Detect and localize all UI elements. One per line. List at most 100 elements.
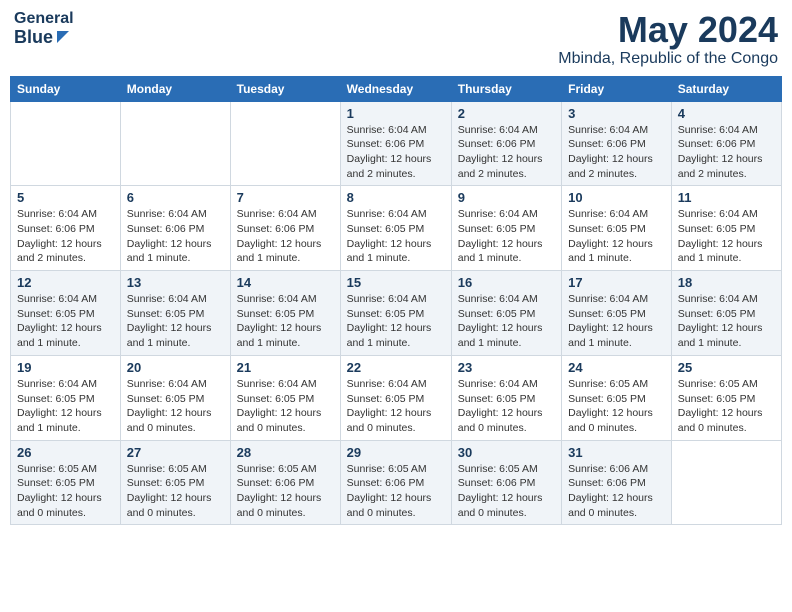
day-number: 12 (17, 275, 114, 290)
col-wednesday: Wednesday (340, 76, 451, 101)
day-info: Sunrise: 6:05 AM Sunset: 6:05 PM Dayligh… (568, 377, 665, 436)
day-info: Sunrise: 6:05 AM Sunset: 6:05 PM Dayligh… (127, 462, 224, 521)
day-info: Sunrise: 6:05 AM Sunset: 6:05 PM Dayligh… (17, 462, 114, 521)
day-info: Sunrise: 6:04 AM Sunset: 6:05 PM Dayligh… (678, 207, 775, 266)
day-number: 17 (568, 275, 665, 290)
day-info: Sunrise: 6:04 AM Sunset: 6:05 PM Dayligh… (237, 292, 334, 351)
col-friday: Friday (562, 76, 672, 101)
day-number: 30 (458, 445, 555, 460)
day-number: 5 (17, 190, 114, 205)
day-number: 14 (237, 275, 334, 290)
calendar-cell: 12 Sunrise: 6:04 AM Sunset: 6:05 PM Dayli… (11, 271, 121, 356)
day-info: Sunrise: 6:04 AM Sunset: 6:05 PM Dayligh… (458, 292, 555, 351)
calendar-cell: 27 Sunrise: 6:05 AM Sunset: 6:05 PM Dayli… (120, 440, 230, 525)
week-row-1: 5 Sunrise: 6:04 AM Sunset: 6:06 PM Daylig… (11, 186, 782, 271)
day-number: 16 (458, 275, 555, 290)
calendar-cell: 14 Sunrise: 6:04 AM Sunset: 6:05 PM Dayli… (230, 271, 340, 356)
page-header: General Blue May 2024 Mbinda, Republic o… (10, 10, 782, 68)
calendar-cell: 1 Sunrise: 6:04 AM Sunset: 6:06 PM Daylig… (340, 101, 451, 186)
col-thursday: Thursday (451, 76, 561, 101)
calendar-cell: 31 Sunrise: 6:06 AM Sunset: 6:06 PM Dayli… (562, 440, 672, 525)
calendar-cell: 16 Sunrise: 6:04 AM Sunset: 6:05 PM Dayli… (451, 271, 561, 356)
calendar-cell: 28 Sunrise: 6:05 AM Sunset: 6:06 PM Dayli… (230, 440, 340, 525)
day-number: 23 (458, 360, 555, 375)
calendar-cell: 23 Sunrise: 6:04 AM Sunset: 6:05 PM Dayli… (451, 355, 561, 440)
day-number: 22 (347, 360, 445, 375)
day-number: 24 (568, 360, 665, 375)
calendar-cell (671, 440, 781, 525)
calendar-cell: 11 Sunrise: 6:04 AM Sunset: 6:05 PM Dayli… (671, 186, 781, 271)
calendar-cell: 7 Sunrise: 6:04 AM Sunset: 6:06 PM Daylig… (230, 186, 340, 271)
day-number: 26 (17, 445, 114, 460)
day-info: Sunrise: 6:04 AM Sunset: 6:06 PM Dayligh… (678, 123, 775, 182)
day-info: Sunrise: 6:04 AM Sunset: 6:06 PM Dayligh… (127, 207, 224, 266)
day-info: Sunrise: 6:04 AM Sunset: 6:05 PM Dayligh… (347, 292, 445, 351)
day-number: 20 (127, 360, 224, 375)
day-number: 11 (678, 190, 775, 205)
day-number: 27 (127, 445, 224, 460)
day-number: 31 (568, 445, 665, 460)
day-number: 8 (347, 190, 445, 205)
day-number: 7 (237, 190, 334, 205)
day-info: Sunrise: 6:04 AM Sunset: 6:05 PM Dayligh… (568, 207, 665, 266)
day-number: 3 (568, 106, 665, 121)
day-info: Sunrise: 6:04 AM Sunset: 6:05 PM Dayligh… (458, 207, 555, 266)
day-number: 18 (678, 275, 775, 290)
week-row-2: 12 Sunrise: 6:04 AM Sunset: 6:05 PM Dayli… (11, 271, 782, 356)
day-info: Sunrise: 6:04 AM Sunset: 6:05 PM Dayligh… (17, 292, 114, 351)
day-number: 28 (237, 445, 334, 460)
day-number: 13 (127, 275, 224, 290)
week-row-4: 26 Sunrise: 6:05 AM Sunset: 6:05 PM Dayli… (11, 440, 782, 525)
calendar-cell: 6 Sunrise: 6:04 AM Sunset: 6:06 PM Daylig… (120, 186, 230, 271)
day-info: Sunrise: 6:05 AM Sunset: 6:06 PM Dayligh… (458, 462, 555, 521)
day-info: Sunrise: 6:04 AM Sunset: 6:05 PM Dayligh… (127, 377, 224, 436)
calendar-cell (120, 101, 230, 186)
day-info: Sunrise: 6:04 AM Sunset: 6:06 PM Dayligh… (17, 207, 114, 266)
page-subtitle: Mbinda, Republic of the Congo (558, 50, 778, 68)
calendar-cell: 19 Sunrise: 6:04 AM Sunset: 6:05 PM Dayli… (11, 355, 121, 440)
calendar-cell (230, 101, 340, 186)
col-tuesday: Tuesday (230, 76, 340, 101)
day-number: 29 (347, 445, 445, 460)
day-number: 6 (127, 190, 224, 205)
day-info: Sunrise: 6:04 AM Sunset: 6:06 PM Dayligh… (568, 123, 665, 182)
calendar-cell: 4 Sunrise: 6:04 AM Sunset: 6:06 PM Daylig… (671, 101, 781, 186)
calendar-cell: 29Sunrise: 6:05 AM Sunset: 6:06 PM Dayli… (340, 440, 451, 525)
day-number: 1 (347, 106, 445, 121)
day-number: 9 (458, 190, 555, 205)
calendar-table: Sunday Monday Tuesday Wednesday Thursday… (10, 76, 782, 526)
day-info: Sunrise: 6:04 AM Sunset: 6:06 PM Dayligh… (458, 123, 555, 182)
calendar-cell: 21Sunrise: 6:04 AM Sunset: 6:05 PM Dayli… (230, 355, 340, 440)
day-number: 19 (17, 360, 114, 375)
calendar-cell: 18 Sunrise: 6:04 AM Sunset: 6:05 PM Dayli… (671, 271, 781, 356)
day-info: Sunrise: 6:04 AM Sunset: 6:06 PM Dayligh… (237, 207, 334, 266)
calendar-header-row: Sunday Monday Tuesday Wednesday Thursday… (11, 76, 782, 101)
calendar-cell (11, 101, 121, 186)
calendar-cell: 26 Sunrise: 6:05 AM Sunset: 6:05 PM Dayli… (11, 440, 121, 525)
day-info: Sunrise: 6:04 AM Sunset: 6:05 PM Dayligh… (347, 377, 445, 436)
day-info: Sunrise: 6:05 AM Sunset: 6:06 PM Dayligh… (237, 462, 334, 521)
week-row-3: 19 Sunrise: 6:04 AM Sunset: 6:05 PM Dayli… (11, 355, 782, 440)
calendar-cell: 22 Sunrise: 6:04 AM Sunset: 6:05 PM Dayli… (340, 355, 451, 440)
day-number: 21 (237, 360, 334, 375)
day-info: Sunrise: 6:04 AM Sunset: 6:05 PM Dayligh… (678, 292, 775, 351)
calendar-cell: 24 Sunrise: 6:05 AM Sunset: 6:05 PM Dayli… (562, 355, 672, 440)
day-info: Sunrise: 6:04 AM Sunset: 6:05 PM Dayligh… (568, 292, 665, 351)
day-number: 2 (458, 106, 555, 121)
day-info: Sunrise: 6:04 AM Sunset: 6:05 PM Dayligh… (127, 292, 224, 351)
day-number: 4 (678, 106, 775, 121)
day-info: Sunrise: 6:05 AM Sunset: 6:05 PM Dayligh… (678, 377, 775, 436)
calendar-cell: 17 Sunrise: 6:04 AM Sunset: 6:05 PM Dayli… (562, 271, 672, 356)
day-info: Sunrise: 6:04 AM Sunset: 6:06 PM Dayligh… (347, 123, 445, 182)
day-info: Sunrise: 6:04 AM Sunset: 6:05 PM Dayligh… (17, 377, 114, 436)
day-info: Sunrise: 6:04 AM Sunset: 6:05 PM Dayligh… (458, 377, 555, 436)
logo-blue-text: Blue (14, 28, 74, 48)
col-monday: Monday (120, 76, 230, 101)
week-row-0: 1 Sunrise: 6:04 AM Sunset: 6:06 PM Daylig… (11, 101, 782, 186)
calendar-cell: 13 Sunrise: 6:04 AM Sunset: 6:05 PM Dayli… (120, 271, 230, 356)
calendar-cell: 5 Sunrise: 6:04 AM Sunset: 6:06 PM Daylig… (11, 186, 121, 271)
page-title: May 2024 (558, 10, 778, 50)
calendar-cell: 25Sunrise: 6:05 AM Sunset: 6:05 PM Dayli… (671, 355, 781, 440)
calendar-cell: 20 Sunrise: 6:04 AM Sunset: 6:05 PM Dayli… (120, 355, 230, 440)
day-info: Sunrise: 6:06 AM Sunset: 6:06 PM Dayligh… (568, 462, 665, 521)
